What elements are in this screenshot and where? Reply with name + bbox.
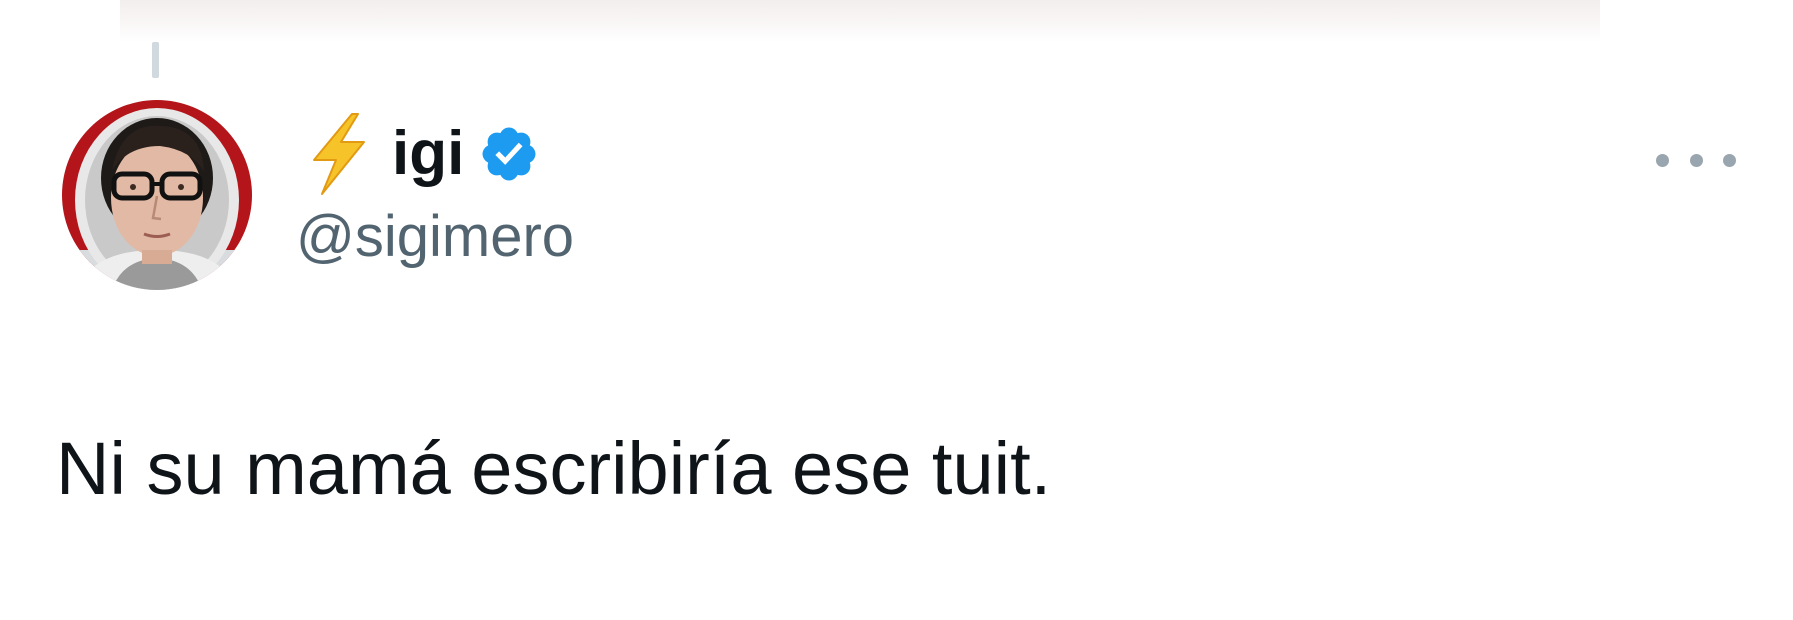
tweet-card: igi @sigimero Ni su mamá escribiría ese … — [0, 0, 1793, 620]
more-options-icon[interactable] — [1656, 140, 1736, 180]
previous-content-shadow — [120, 0, 1600, 42]
verified-badge-icon[interactable] — [478, 123, 540, 185]
author-name-row[interactable]: igi — [308, 112, 540, 196]
more-dot — [1723, 153, 1736, 167]
display-name[interactable]: igi — [392, 123, 464, 185]
tweet-text: Ni su mamá escribiría ese tuit. — [56, 427, 1052, 510]
more-dot — [1656, 153, 1669, 167]
thread-connector-line — [152, 42, 159, 78]
more-dot — [1689, 153, 1703, 167]
avatar[interactable] — [62, 100, 252, 290]
avatar-photo — [62, 100, 252, 290]
author-handle[interactable]: @sigimero — [296, 208, 574, 266]
lightning-bolt-icon — [313, 113, 365, 195]
